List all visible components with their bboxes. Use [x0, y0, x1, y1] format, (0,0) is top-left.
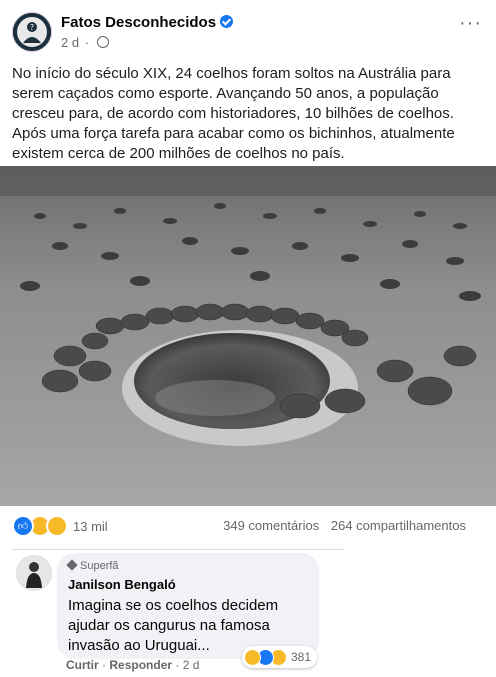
comment-section: Superfã Janilson Bengaló Imagina se os c… [0, 545, 496, 677]
post-photo[interactable] [0, 166, 496, 506]
comment-time[interactable]: 2 d [183, 658, 200, 672]
commenter-avatar[interactable] [16, 555, 52, 591]
superfan-badge: Superfã [66, 559, 119, 572]
haha-icon [244, 648, 261, 666]
wow-icon [46, 515, 68, 537]
comment-bubble: Superfã Janilson Bengaló Imagina se os c… [57, 553, 319, 659]
svg-text:?: ? [30, 23, 34, 32]
comments-count[interactable]: 349 comentários [223, 518, 319, 533]
reply-comment-link[interactable]: Responder [109, 658, 172, 672]
post-time[interactable]: 2 d [61, 35, 79, 50]
meta-separator: · [84, 35, 90, 50]
comment-reaction-count: 381 [291, 650, 312, 664]
action-separator: · [175, 658, 183, 672]
like-icon: 👍︎ [12, 515, 34, 537]
diamond-icon [66, 559, 78, 571]
post-meta: 2 d · [61, 35, 109, 50]
like-comment-link[interactable]: Curtir [66, 658, 99, 672]
divider [12, 549, 344, 550]
page-avatar[interactable]: ? [12, 12, 52, 52]
comment-actions: Curtir · Responder · 2 d [66, 658, 199, 672]
post-card: ? Fatos Desconhecidos 2 d · ··· No iníci… [0, 0, 496, 546]
verified-badge-icon [220, 15, 234, 28]
comment-author[interactable]: Janilson Bengaló [68, 577, 176, 592]
more-options-button[interactable]: ··· [459, 12, 482, 35]
globe-icon [96, 36, 109, 48]
shares-count[interactable]: 264 compartilhamentos [331, 518, 466, 533]
comment-reactions[interactable]: 381 [242, 646, 318, 668]
badge-label: Superfã [80, 560, 119, 572]
page-name-line[interactable]: Fatos Desconhecidos [61, 14, 234, 31]
reaction-count[interactable]: 13 mil [73, 519, 108, 534]
post-reactions[interactable]: 👍︎ 13 mil [12, 515, 108, 537]
post-header: ? Fatos Desconhecidos 2 d · ··· [12, 10, 484, 54]
post-stats: 349 comentários 264 compartilhamentos [223, 518, 466, 533]
post-text: No início do século XIX, 24 coelhos fora… [12, 65, 455, 162]
page-name[interactable]: Fatos Desconhecidos [61, 14, 216, 31]
